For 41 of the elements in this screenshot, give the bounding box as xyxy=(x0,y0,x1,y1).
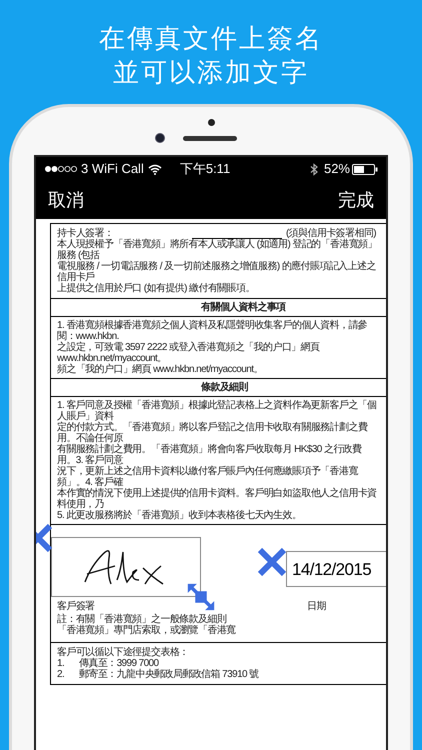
document-text: 況下，更新上述之信用卡資料以繳付客戶賬戶內任何應繳賬項予「香港寬頻」。4. 客戶確 xyxy=(57,466,358,488)
document-note: 「香港寬頻」專門店索取，或瀏覽「香港寬 xyxy=(57,625,236,636)
document-text: 定的付款方式。「香港寬頻」將以客戶登記之信用卡收取有關服務計劃之費用。不論任何原 xyxy=(57,422,368,444)
customer-signature-label: 客戶簽署 xyxy=(57,601,95,612)
list-number: 1. xyxy=(57,658,66,669)
document-text: 電視服務 / 一切電話服務 / 及一切前述服務之增值服務) 的應付賬項記入上述之信用卡戶 xyxy=(57,261,377,283)
cardholder-signature-label: 持卡人簽署： xyxy=(57,228,114,239)
signal-icon xyxy=(44,165,78,173)
document-text: 郵寄至：九龍中央郵政局郵政信箱 73910 號 xyxy=(79,669,259,680)
document-text: 1. 客戶同意及授權「香港寬頻」根據此登記表格上之資料作為更新客戶之「個人賬戶」資料 xyxy=(57,400,378,422)
signature-box[interactable] xyxy=(51,537,201,597)
date-label: 日期 xyxy=(307,601,326,612)
document-text: 有關服務計劃之費用。「香港寬頻」將會向客戶收取每月 HK$30 之行政費用。3. 客戶同意 xyxy=(57,444,363,466)
section-heading: 條款及細則 xyxy=(201,382,248,393)
bluetooth-icon xyxy=(310,162,318,176)
list-number: 2. xyxy=(57,669,66,680)
document-note: 註：有關「香港寬頻」之一般條款及細則 xyxy=(57,614,226,625)
headline: 在傳真文件上簽名 xyxy=(99,23,323,56)
document-text: 之設定，可致電 3597 2222 或登入香港寬頻之「我的户口」網頁 www.hkbn.net/myaccount。 xyxy=(57,342,320,364)
section-heading: 有關個人資料之事項 xyxy=(201,302,286,313)
date-stamp-box[interactable]: 14/12/2015 xyxy=(286,551,386,587)
submission-intro: 客戶可以循以下途徑提交表格： xyxy=(57,647,190,658)
resize-handle-icon[interactable] xyxy=(187,583,215,611)
done-button[interactable]: 完成 xyxy=(338,186,374,214)
speaker-grille xyxy=(183,136,237,140)
clock-time: 下午5:11 xyxy=(180,160,230,178)
document-text: 頻之「我的户口」網頁 www.hkbn.net/myaccount。 xyxy=(57,364,264,375)
document-text: 本人現授權予「香港寬頻」將所有本人或承讓人 (如適用) 登記的「香港寬頻」服務 (包括 xyxy=(57,239,378,261)
battery-percent: 52% xyxy=(324,160,350,178)
document-text: 1. 香港寬頻根據香港寬頻之個人資料及私隱聲明收集客戶的個人資料，請參閱：www.hkbn. xyxy=(57,320,368,342)
document-text: 本作實的情況下使用上述提供的信用卡資料。客戶明白如盜取他人之信用卡資料使用，乃 xyxy=(57,488,378,510)
camera-icon xyxy=(155,133,165,143)
signature-note: (須與信用卡簽署相同) xyxy=(286,228,377,239)
battery-icon xyxy=(352,164,378,174)
headline: 並可以添加文字 xyxy=(113,57,309,90)
document-text: 上提供之信用於戶口 (如有提供) 繳付有關賬項。 xyxy=(57,283,256,294)
document-text: 傳真至：3999 7000 xyxy=(79,658,158,669)
cancel-button[interactable]: 取消 xyxy=(48,186,84,214)
carrier-label: 3 WiFi Call xyxy=(81,160,144,178)
document-text: 5. 此更改服務將於「香港寬頻」收到本表格後七天內生效。 xyxy=(57,510,302,521)
wifi-icon xyxy=(148,164,162,174)
